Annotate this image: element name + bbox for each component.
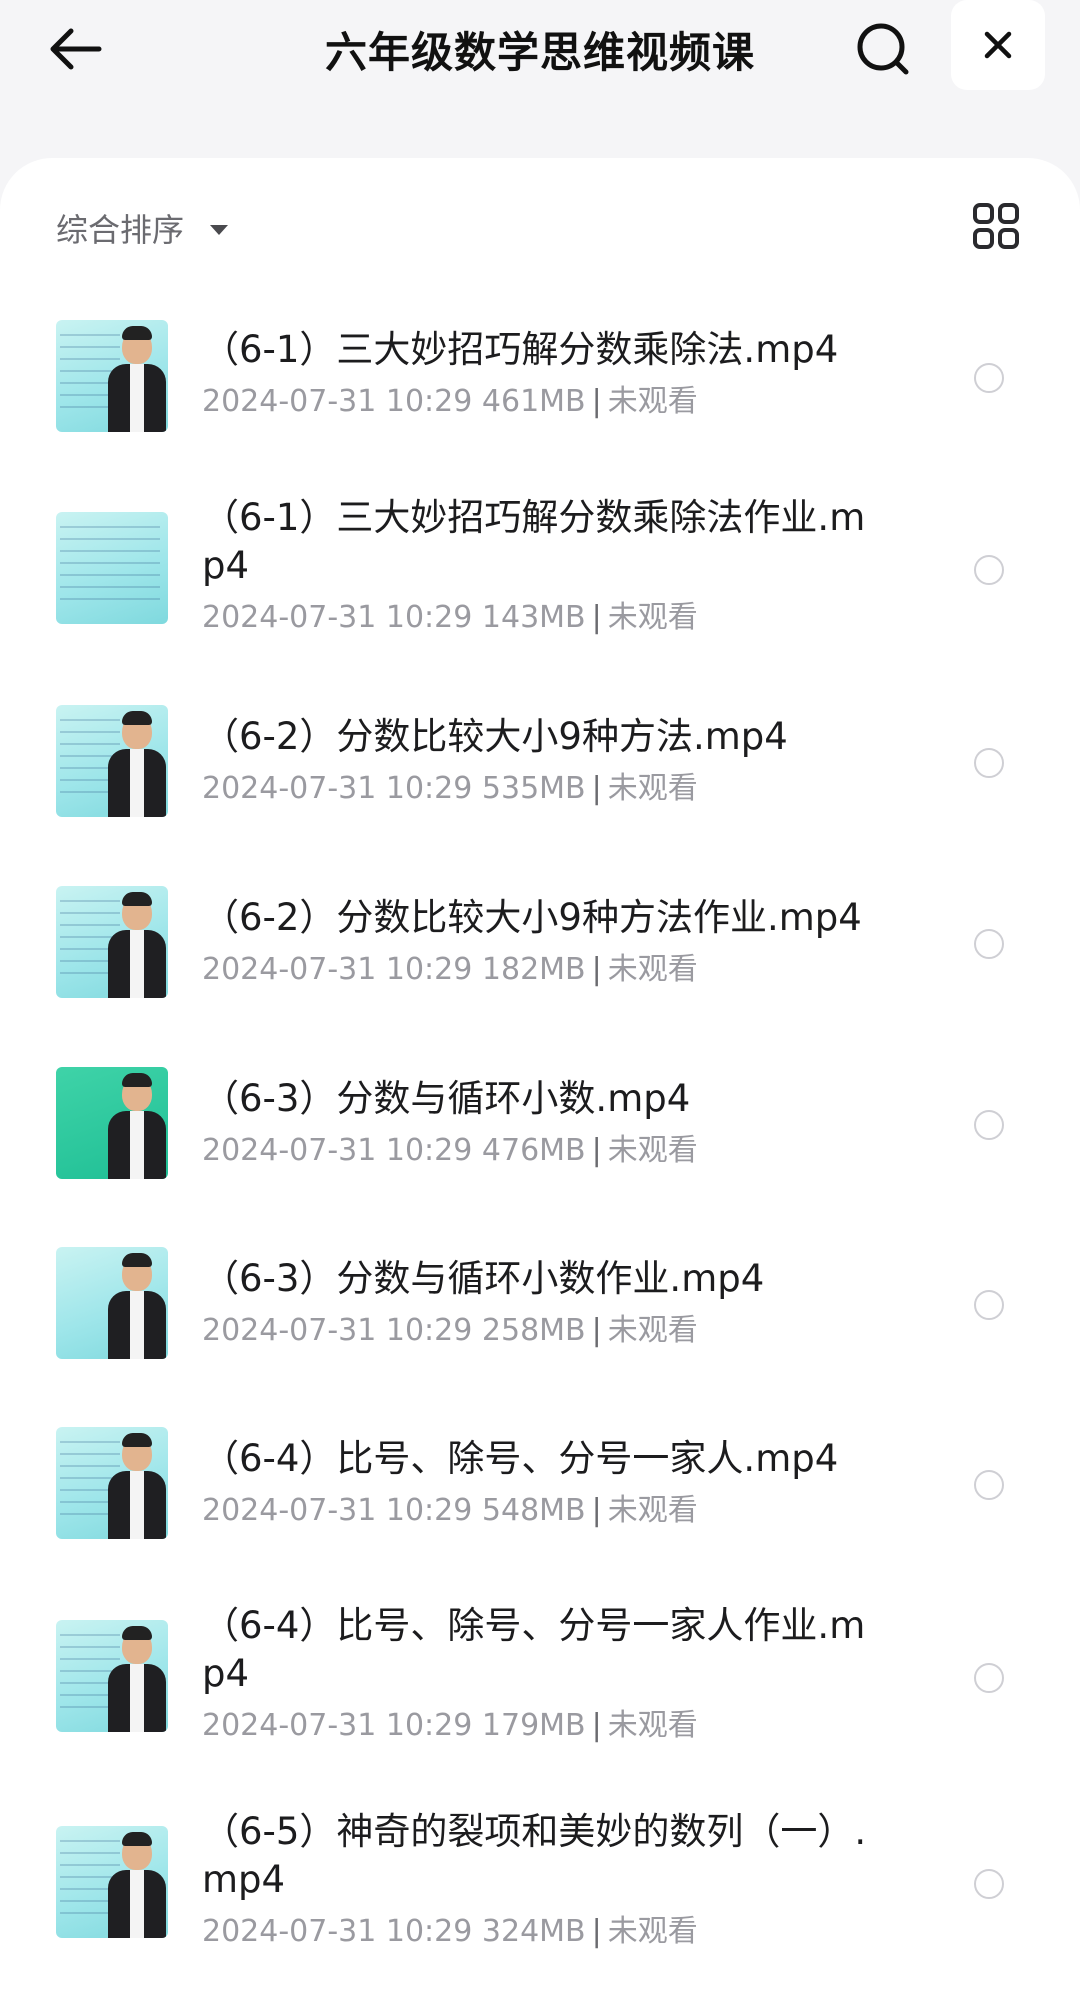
file-title: （6-2）分数比较大小9种方法.mp4	[202, 715, 788, 758]
list-item[interactable]: （6-1）三大妙招巧解分数乘除法.mp4 2024-07-31 10:29 46…	[0, 320, 1080, 440]
list-item[interactable]: （6-1）三大妙招巧解分数乘除法作业.mp4 2024-07-31 10:29 …	[0, 496, 1080, 652]
file-title: （6-1）三大妙招巧解分数乘除法.mp4	[202, 328, 839, 371]
select-radio[interactable]	[974, 1290, 1004, 1320]
video-thumbnail	[56, 320, 168, 432]
file-title: （6-1）三大妙招巧解分数乘除法作业.mp4	[202, 496, 866, 587]
select-radio[interactable]	[974, 748, 1004, 778]
list-item[interactable]: （6-4）比号、除号、分号一家人.mp4 2024-07-31 10:29 54…	[0, 1427, 1080, 1547]
arrow-left-icon	[50, 28, 102, 70]
back-button[interactable]	[40, 14, 110, 84]
list-item[interactable]: （6-2）分数比较大小9种方法.mp4 2024-07-31 10:29 535…	[0, 705, 1080, 825]
sort-label: 综合排序	[56, 211, 185, 249]
file-meta: 2024-07-31 10:29 548MB | 未观看	[202, 1493, 698, 1528]
file-meta: 2024-07-31 10:29 179MB | 未观看	[202, 1708, 698, 1743]
list-item[interactable]: （6-2）分数比较大小9种方法作业.mp4 2024-07-31 10:29 1…	[0, 886, 1080, 1006]
video-thumbnail	[56, 705, 168, 817]
video-thumbnail	[56, 1427, 168, 1539]
select-radio[interactable]	[974, 1470, 1004, 1500]
file-meta: 2024-07-31 10:29 182MB | 未观看	[202, 952, 698, 987]
select-radio[interactable]	[974, 1663, 1004, 1693]
file-title: （6-3）分数与循环小数作业.mp4	[202, 1257, 765, 1300]
file-meta: 2024-07-31 10:29 324MB | 未观看	[202, 1914, 698, 1949]
file-meta: 2024-07-31 10:29 258MB | 未观看	[202, 1313, 698, 1348]
select-radio[interactable]	[974, 929, 1004, 959]
file-meta: 2024-07-31 10:29 476MB | 未观看	[202, 1133, 698, 1168]
file-title: （6-2）分数比较大小9种方法作业.mp4	[202, 896, 862, 939]
search-button[interactable]	[848, 14, 918, 84]
video-thumbnail	[56, 1826, 168, 1938]
file-title: （6-3）分数与循环小数.mp4	[202, 1077, 691, 1120]
list-item[interactable]: （6-3）分数与循环小数作业.mp4 2024-07-31 10:29 258M…	[0, 1247, 1080, 1367]
file-meta: 2024-07-31 10:29 143MB | 未观看	[202, 600, 698, 635]
file-meta: 2024-07-31 10:29 535MB | 未观看	[202, 771, 698, 806]
close-button[interactable]	[951, 0, 1045, 90]
video-thumbnail	[56, 1247, 168, 1359]
select-radio[interactable]	[974, 1869, 1004, 1899]
select-radio[interactable]	[974, 363, 1004, 393]
sort-dropdown[interactable]: 综合排序	[56, 198, 229, 258]
list-item[interactable]: （6-4）比号、除号、分号一家人作业.mp4 2024-07-31 10:29 …	[0, 1604, 1080, 1760]
video-thumbnail	[56, 886, 168, 998]
select-radio[interactable]	[974, 1110, 1004, 1140]
file-title: （6-4）比号、除号、分号一家人作业.mp4	[202, 1604, 866, 1695]
video-thumbnail	[56, 1067, 168, 1179]
file-title: （6-5）神奇的裂项和美妙的数列（一）.mp4	[202, 1810, 867, 1901]
file-meta: 2024-07-31 10:29 461MB | 未观看	[202, 384, 698, 419]
caret-down-icon	[210, 225, 229, 235]
video-thumbnail	[56, 1620, 168, 1732]
video-thumbnail	[56, 512, 168, 624]
grid-view-button[interactable]	[964, 194, 1028, 258]
top-bar: 六年级数学思维视频课	[0, 0, 1080, 160]
search-icon	[857, 23, 909, 75]
list-item[interactable]: （6-3）分数与循环小数.mp4 2024-07-31 10:29 476MB |…	[0, 1067, 1080, 1187]
close-icon	[984, 31, 1012, 59]
page-title: 六年级数学思维视频课	[324, 27, 755, 77]
select-radio[interactable]	[974, 555, 1004, 585]
file-title: （6-4）比号、除号、分号一家人.mp4	[202, 1437, 839, 1480]
grid-view-icon	[973, 203, 1019, 249]
list-item[interactable]: （6-5）神奇的裂项和美妙的数列（一）.mp4 2024-07-31 10:29…	[0, 1810, 1080, 1966]
